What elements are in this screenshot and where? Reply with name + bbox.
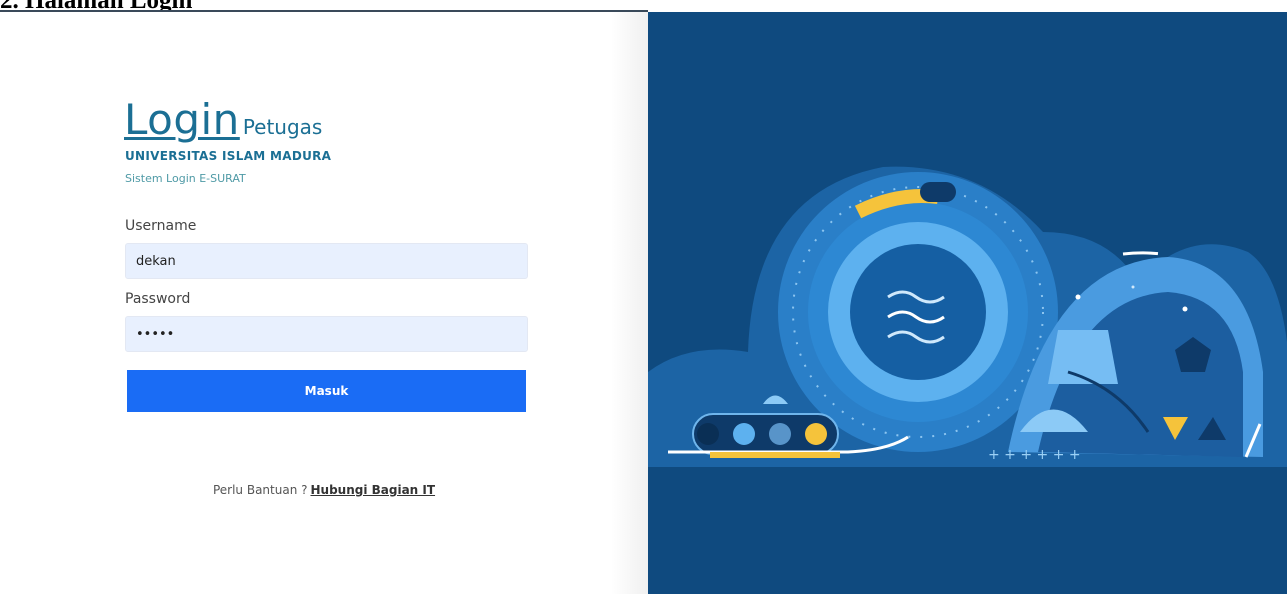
university-name: UNIVERSITAS ISLAM MADURA xyxy=(125,149,332,163)
login-button[interactable]: Masuk xyxy=(127,370,526,412)
dot-3 xyxy=(1131,285,1135,289)
username-input[interactable] xyxy=(125,243,528,279)
pill-dot-2 xyxy=(733,423,755,445)
pill-dark xyxy=(920,182,956,202)
dot-2 xyxy=(1182,306,1188,312)
dot-1 xyxy=(1075,294,1081,300)
illustration-panel: + + + + + + xyxy=(648,12,1287,594)
panel-shadow xyxy=(610,12,648,594)
login-panel xyxy=(0,12,648,594)
ring-inner xyxy=(850,244,986,380)
system-name: Sistem Login E-SURAT xyxy=(125,172,246,185)
login-logo: Login Petugas xyxy=(124,95,322,144)
help-link[interactable]: Hubungi Bagian IT xyxy=(310,483,435,497)
username-label: Username xyxy=(125,218,197,234)
password-label: Password xyxy=(125,291,191,307)
pill-dot-3 xyxy=(769,423,791,445)
help-label: Perlu Bantuan ? xyxy=(212,483,308,497)
pill-dot-4 xyxy=(805,423,827,445)
logo-title: Login xyxy=(124,95,240,144)
yellow-bar xyxy=(710,452,840,458)
logo-subtitle: Petugas xyxy=(242,115,323,139)
pill-dot-1 xyxy=(697,423,719,445)
password-input[interactable] xyxy=(125,316,528,352)
help-text: Perlu Bantuan ? Hubungi Bagian IT xyxy=(0,483,648,497)
plus-row: + + + + + + xyxy=(988,447,1081,463)
cloud-illustration: + + + + + + xyxy=(648,166,1287,467)
